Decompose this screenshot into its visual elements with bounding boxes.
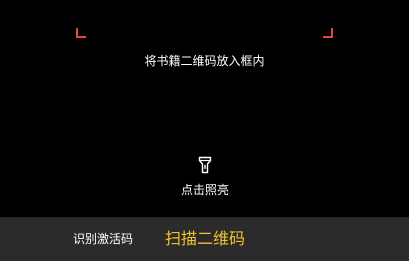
torch-label: 点击照亮 <box>180 183 229 197</box>
torch-button[interactable]: 点击照亮 <box>181 154 229 204</box>
bottom-tab-bar: 识别激活码 扫描二维码 <box>0 217 409 261</box>
scan-frame-corner-top-left <box>76 28 86 38</box>
scan-frame-corner-top-right <box>323 28 333 38</box>
tab-recognize-activation-code[interactable]: 识别激活码 <box>73 217 133 261</box>
tab-scan-qr-code[interactable]: 扫描二维码 <box>165 217 245 261</box>
flashlight-icon <box>198 156 212 174</box>
scan-hint-text: 将书籍二维码放入框内 <box>144 54 265 68</box>
scanner-viewfinder: 将书籍二维码放入框内 点击照亮 <box>0 0 409 217</box>
